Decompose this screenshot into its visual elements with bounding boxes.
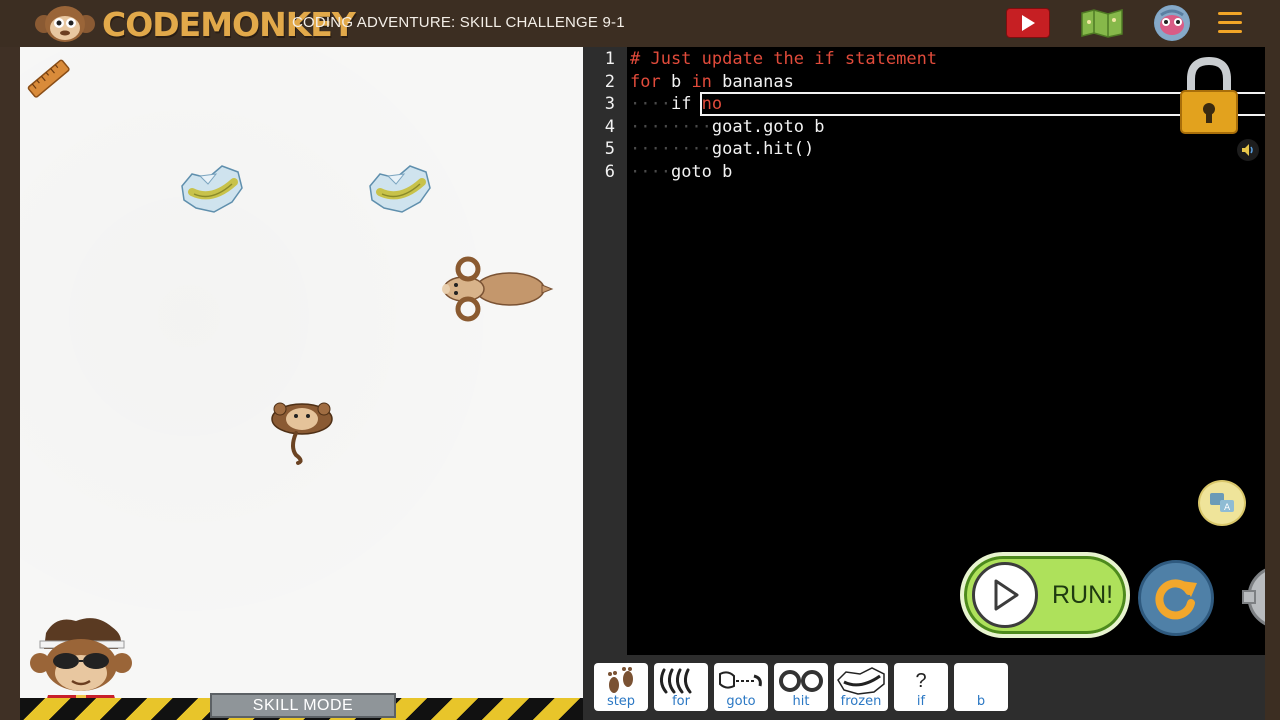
tool-label: step	[606, 694, 636, 709]
monkey-icon[interactable]	[266, 397, 338, 467]
padlock-icon[interactable]	[1177, 57, 1241, 137]
codemonkey-app: CODEMONKEY CODING ADVENTURE: SKILL CHALL…	[0, 0, 1280, 720]
line-number: 6	[604, 162, 615, 182]
tool-label: b	[976, 694, 986, 709]
page-title: CODING ADVENTURE: SKILL CHALLENGE 9-1	[292, 14, 625, 31]
settings-gear-icon[interactable]	[1239, 557, 1265, 637]
indent-guide: ····	[630, 94, 671, 114]
code-text: if	[670, 94, 702, 114]
tool-goto[interactable]: goto	[714, 663, 768, 711]
avatar-button[interactable]	[1154, 5, 1190, 41]
line-number: 5	[604, 139, 615, 159]
run-play-icon	[972, 562, 1038, 628]
translate-icon: A	[1210, 493, 1234, 513]
map-button[interactable]	[1080, 8, 1124, 38]
line-numbers: 1 2 3 4 5 6	[583, 47, 627, 655]
line-number: 1	[604, 49, 615, 69]
translate-button[interactable]: A	[1198, 480, 1246, 526]
tool-if[interactable]: ? if	[894, 663, 948, 711]
indent-guide: ····	[630, 162, 671, 182]
if-glyph: ?	[915, 669, 927, 692]
code-text: b	[660, 72, 692, 92]
code-line-4[interactable]: ········goat.goto b	[630, 117, 824, 137]
run-label: RUN!	[1052, 580, 1114, 609]
code-text: goat.hit()	[711, 139, 815, 159]
code-line-5[interactable]: ········goat.hit()	[630, 139, 814, 159]
avatar-icon	[1155, 6, 1189, 40]
code-editor[interactable]: # Just update the if statement for b in …	[627, 47, 1265, 655]
line-number: 3	[604, 94, 615, 114]
video-button[interactable]	[1006, 8, 1050, 38]
tool-label: frozen	[840, 694, 882, 709]
monkey-logo-icon	[35, 6, 95, 42]
map-icon	[1081, 9, 1123, 38]
ruler-icon[interactable]	[25, 55, 73, 103]
video-play-icon	[1022, 15, 1035, 31]
footprints-icon	[608, 667, 633, 693]
svg-text:A: A	[1224, 503, 1231, 513]
keyword-for: for	[630, 72, 661, 92]
window-edge	[1265, 47, 1280, 720]
indent-guide: ········	[630, 117, 712, 137]
line-number: 4	[604, 117, 615, 137]
tool-label: for	[672, 694, 690, 709]
tool-b[interactable]: b	[954, 663, 1008, 711]
blank-icon	[954, 666, 1008, 696]
reset-button[interactable]	[1138, 560, 1214, 636]
tool-label: if	[916, 694, 926, 709]
code-text: goat.goto b	[711, 117, 825, 137]
tool-frozen[interactable]: frozen	[834, 663, 888, 711]
tool-for[interactable]: for	[654, 663, 708, 711]
bananas-icon	[659, 668, 692, 694]
sound-button[interactable]	[1237, 139, 1259, 161]
top-bar: CODEMONKEY CODING ADVENTURE: SKILL CHALL…	[0, 0, 1280, 47]
code-line-2[interactable]: for b in bananas	[630, 72, 794, 92]
question-mark-icon: ?	[894, 666, 948, 696]
code-line-6[interactable]: ····goto b	[630, 162, 732, 182]
game-stage[interactable]: SKILL MODE	[20, 47, 583, 720]
horns-icon	[779, 670, 823, 692]
typed-text: no	[701, 94, 723, 114]
tool-label: goto	[726, 694, 756, 709]
reset-arrow-icon	[1155, 579, 1197, 620]
code-comment: # Just update the if statement	[630, 49, 938, 69]
indent-guide: ········	[630, 139, 712, 159]
keyword-in: in	[691, 72, 712, 92]
hamburger-menu-button[interactable]	[1218, 12, 1242, 34]
frozen-banana-icon	[181, 165, 243, 213]
tool-hit[interactable]: hit	[774, 663, 828, 711]
code-line-3[interactable]: ····if no	[630, 94, 722, 114]
goto-hand-icon	[719, 671, 762, 689]
goat-icon[interactable]	[438, 255, 554, 323]
speaker-icon	[1242, 144, 1253, 156]
frozen-banana-icon	[369, 165, 431, 213]
run-button[interactable]: RUN!	[960, 552, 1130, 638]
code-line-1[interactable]: # Just update the if statement	[630, 49, 937, 69]
hamburger-menu-icon	[1218, 12, 1242, 33]
code-text: bananas	[711, 72, 794, 92]
tool-label: hit	[792, 694, 810, 709]
line-number: 2	[604, 72, 615, 92]
tool-step[interactable]: step	[594, 663, 648, 711]
code-text: goto b	[670, 162, 733, 182]
skill-mode-label: SKILL MODE	[210, 693, 396, 718]
command-toolbox: step for goto hit frozen ? if b	[583, 655, 1265, 720]
frozen-banana-icon	[837, 667, 885, 695]
